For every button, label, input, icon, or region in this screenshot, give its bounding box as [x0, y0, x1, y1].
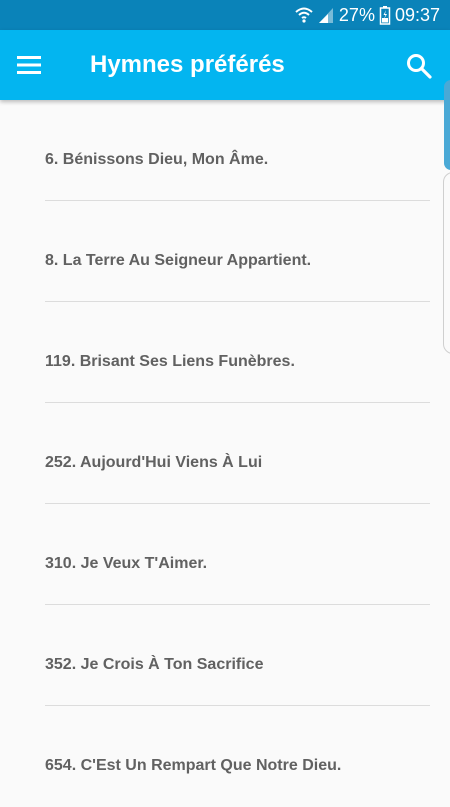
app-bar: Hymnes préférés: [0, 30, 450, 100]
edge-panel-handle[interactable]: [444, 80, 450, 170]
status-time: 09:37: [394, 4, 440, 25]
wifi-icon: [295, 6, 313, 24]
hymn-label: 119. Brisant Ses Liens Funèbres.: [45, 353, 295, 370]
list-item[interactable]: 119. Brisant Ses Liens Funèbres.: [0, 302, 450, 403]
hymn-label: 654. C'Est Un Rempart Que Notre Dieu.: [45, 757, 342, 774]
battery-percent: 27%: [338, 4, 375, 25]
search-button[interactable]: [404, 51, 434, 81]
status-bar: 27% 09:37: [0, 0, 450, 30]
page-title: Hymnes préférés: [90, 51, 285, 78]
battery-icon: [379, 5, 391, 25]
menu-icon: [14, 56, 44, 83]
signal-icon: [317, 6, 335, 24]
menu-button[interactable]: [14, 51, 44, 79]
list-item[interactable]: 654. C'Est Un Rempart Que Notre Dieu.: [0, 706, 450, 807]
hymn-label: 6. Bénissons Dieu, Mon Âme.: [45, 151, 269, 168]
hymn-list: 6. Bénissons Dieu, Mon Âme. 8. La Terre …: [0, 100, 450, 807]
hymn-label: 310. Je Veux T'Aimer.: [45, 555, 208, 572]
list-item[interactable]: 6. Bénissons Dieu, Mon Âme.: [0, 100, 450, 201]
list-item[interactable]: 310. Je Veux T'Aimer.: [0, 504, 450, 605]
list-item[interactable]: 252. Aujourd'Hui Viens À Lui: [0, 403, 450, 504]
hymn-label: 352. Je Crois À Ton Sacrifice: [45, 656, 264, 673]
hymn-label: 8. La Terre Au Seigneur Appartient.: [45, 252, 312, 269]
edge-panel-tab[interactable]: [443, 172, 450, 354]
search-icon: [404, 54, 434, 85]
list-item[interactable]: 8. La Terre Au Seigneur Appartient.: [0, 201, 450, 302]
hymn-label: 252. Aujourd'Hui Viens À Lui: [45, 454, 263, 471]
list-item[interactable]: 352. Je Crois À Ton Sacrifice: [0, 605, 450, 706]
